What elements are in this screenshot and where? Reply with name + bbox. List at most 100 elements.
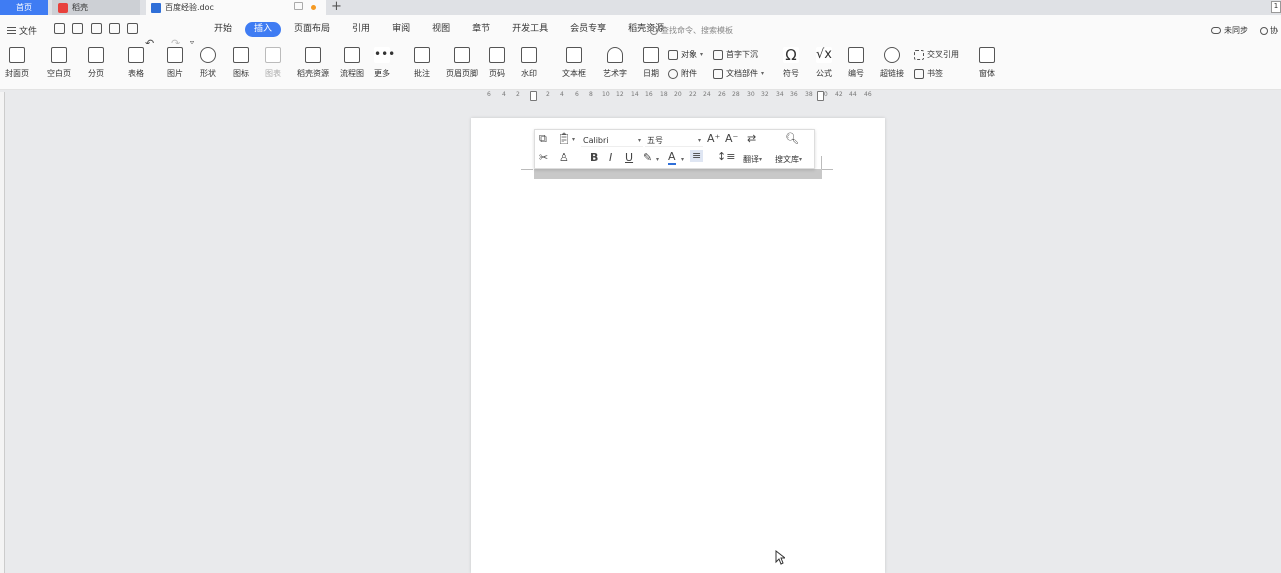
insert-ribbon: 封面页 空白页 分页 表格 图片 形状 图标 图表 稻壳资源 流程图 ••• 更多…	[0, 44, 1281, 90]
font-size-select[interactable]: 五号 ▾	[645, 134, 703, 147]
tab-insert[interactable]: 插入	[245, 22, 282, 37]
search-library-button[interactable]: 搜文库 ▾	[775, 154, 802, 165]
date-button[interactable]: 日期	[643, 47, 659, 79]
formula-label: 公式	[816, 69, 832, 78]
ruler-tick: 4	[560, 91, 564, 98]
underline-icon[interactable]: U	[625, 152, 633, 164]
search-doc-icon[interactable]: 🔍︎	[785, 133, 799, 145]
tab-member[interactable]: 会员专享	[561, 22, 615, 37]
symbol-button[interactable]: Ω 符号	[783, 47, 799, 79]
print-preview-icon[interactable]	[127, 23, 138, 34]
new-tab-button[interactable]: +	[331, 0, 342, 14]
bold-icon[interactable]: B	[590, 152, 598, 164]
tab-docer[interactable]: 稻壳	[52, 0, 140, 15]
blank-page-button[interactable]: 空白页	[47, 47, 71, 79]
table-button[interactable]: 表格	[128, 47, 144, 79]
command-search-placeholder: 查找命令、搜索模板	[661, 26, 733, 35]
more-label: 更多	[374, 69, 390, 78]
tab-section[interactable]: 章节	[463, 22, 499, 37]
form-button[interactable]: 窗体	[979, 47, 995, 79]
cover-page-button[interactable]: 封面页	[5, 47, 29, 79]
print-icon[interactable]	[109, 23, 120, 34]
tab-start[interactable]: 开始	[205, 22, 241, 37]
ruler-tick: 44	[849, 91, 857, 98]
attachment-button[interactable]: 附件	[668, 68, 697, 79]
object-label: 对象	[681, 50, 697, 59]
document-page[interactable]	[471, 118, 885, 573]
ruler-tick: 30	[747, 91, 755, 98]
convert-text-icon[interactable]: ⇄	[747, 133, 756, 145]
tab-home[interactable]: 首页	[0, 0, 48, 15]
docer-resources-button[interactable]: 稻壳资源	[297, 47, 329, 79]
tab-references[interactable]: 引用	[343, 22, 379, 37]
picture-button[interactable]: 图片	[167, 47, 183, 79]
textbox-button[interactable]: 文本框	[562, 47, 586, 79]
cut-icon[interactable]: ✂	[539, 152, 548, 164]
shape-button[interactable]: 形状	[200, 47, 216, 79]
formula-button[interactable]: √x 公式	[816, 47, 832, 79]
object-button[interactable]: 对象 ▾	[668, 49, 703, 60]
format-painter-icon[interactable]: ♙	[559, 152, 569, 164]
font-color-icon[interactable]: A	[668, 151, 676, 165]
paste-icon[interactable]: 📋︎	[557, 133, 571, 145]
page-number-button[interactable]: 页码	[489, 47, 505, 79]
collaborate-button[interactable]: 协	[1260, 25, 1278, 36]
more-button[interactable]: ••• 更多	[374, 47, 395, 79]
paste-caret-icon[interactable]: ▾	[572, 136, 575, 143]
chart-button[interactable]: 图表	[265, 47, 281, 79]
tab-view[interactable]: 视图	[423, 22, 459, 37]
comment-button[interactable]: 批注	[414, 47, 430, 79]
export-pdf-icon[interactable]	[91, 23, 102, 34]
dropcap-icon	[713, 49, 723, 60]
open-icon[interactable]	[54, 23, 65, 34]
sync-status[interactable]: 未同步	[1211, 25, 1248, 36]
font-color-caret-icon[interactable]: ▾	[681, 156, 684, 163]
highlight-caret-icon[interactable]: ▾	[656, 156, 659, 163]
font-family-select[interactable]: Calibri ▾	[581, 134, 643, 147]
indent-marker-right[interactable]	[817, 91, 824, 101]
cross-ref-button[interactable]: 交叉引用	[914, 49, 959, 60]
doc-parts-button[interactable]: 文档部件 ▾	[713, 68, 764, 79]
line-spacing-icon[interactable]: ↕≡	[717, 151, 735, 163]
page-break-icon	[88, 47, 104, 63]
page-break-button[interactable]: 分页	[88, 47, 104, 79]
translate-button[interactable]: 翻译 ▾	[743, 154, 762, 165]
flowchart-button[interactable]: 流程图	[340, 47, 364, 79]
horizontal-ruler[interactable]: 6 4 2 2 4 6 8 10 12 14 16 18 20 22 24 26…	[478, 90, 878, 102]
chart-label: 图表	[265, 69, 281, 78]
save-icon[interactable]	[72, 23, 83, 34]
grow-font-icon[interactable]: A⁺	[707, 133, 720, 145]
tab-developer[interactable]: 开发工具	[503, 22, 557, 37]
dropcap-button[interactable]: 首字下沉	[713, 49, 758, 60]
ruler-tick: 12	[616, 91, 624, 98]
sync-label: 未同步	[1224, 26, 1248, 35]
align-icon[interactable]: ≡	[690, 150, 704, 162]
header-footer-icon	[454, 47, 470, 63]
indent-marker-left[interactable]	[530, 91, 537, 101]
vertical-ruler	[0, 92, 5, 573]
tab-document[interactable]: 百度经验.doc	[146, 0, 326, 15]
file-menu[interactable]: 文件	[7, 24, 37, 37]
dropcap-label: 首字下沉	[726, 50, 758, 59]
doc-parts-label: 文档部件	[726, 69, 758, 78]
command-search[interactable]: 查找命令、搜索模板	[650, 25, 733, 36]
hyperlink-button[interactable]: 超链接	[880, 47, 904, 79]
icon-button[interactable]: 图标	[233, 47, 249, 79]
wordart-button[interactable]: 艺术字	[603, 47, 627, 79]
mini-toolbar: ⧉ 📋︎ ▾ Calibri ▾ 五号 ▾ A⁺ A⁻ ⇄ 🔍︎ ✂ ♙ B I U…	[534, 129, 815, 169]
tab-page-layout[interactable]: 页面布局	[285, 22, 339, 37]
tab-review[interactable]: 审阅	[383, 22, 419, 37]
bookmark-button[interactable]: 书签	[914, 68, 943, 79]
comment-icon[interactable]	[294, 2, 303, 10]
window-count-badge[interactable]: 1	[1271, 1, 1281, 13]
copy-icon[interactable]: ⧉	[539, 133, 547, 145]
highlight-icon[interactable]: ✎	[643, 152, 652, 164]
ruler-tick: 32	[761, 91, 769, 98]
watermark-button[interactable]: 水印	[521, 47, 537, 79]
numbering-button[interactable]: 编号	[848, 47, 864, 79]
shrink-font-icon[interactable]: A⁻	[725, 133, 738, 145]
ruler-tick: 24	[703, 91, 711, 98]
header-footer-button[interactable]: 页眉页脚	[446, 47, 478, 79]
textbox-label: 文本框	[562, 69, 586, 78]
italic-icon[interactable]: I	[609, 152, 612, 164]
